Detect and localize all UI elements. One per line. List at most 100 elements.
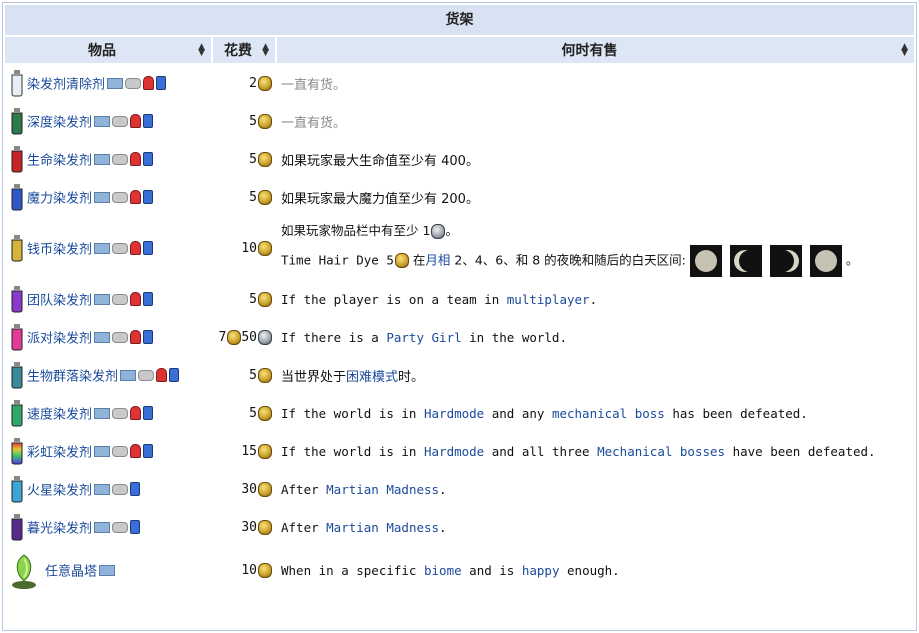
item-link[interactable]: 生命染发剂 xyxy=(27,154,92,169)
hardmode-link[interactable]: 困难模式 xyxy=(346,370,398,385)
party-hair-dye-icon[interactable] xyxy=(9,323,25,351)
cost-value: 30 xyxy=(241,519,257,535)
life-hair-dye-icon[interactable] xyxy=(9,145,25,173)
hair-dye-remover-icon[interactable] xyxy=(9,69,25,97)
console-icon xyxy=(112,115,129,127)
moon-phase-link[interactable]: 月相 xyxy=(425,252,450,267)
mobile-icon xyxy=(130,482,141,496)
twilight-hair-dye-icon[interactable] xyxy=(9,513,25,541)
mobile-icon xyxy=(143,292,154,306)
item-link[interactable]: 深度染发剂 xyxy=(27,116,92,131)
table-row: 生物群落染发剂 5 当世界处于困难模式时。 xyxy=(5,357,914,393)
platform-icons xyxy=(107,76,168,91)
hardmode-link[interactable]: Hardmode xyxy=(424,406,484,421)
old-gen-console-icon xyxy=(130,330,142,344)
item-link[interactable]: 速度染发剂 xyxy=(27,408,92,423)
desktop-icon xyxy=(94,191,111,203)
universal-pylon-icon[interactable] xyxy=(9,551,39,589)
speed-hair-dye-icon[interactable] xyxy=(9,399,25,427)
console-icon xyxy=(112,331,129,343)
mechanical-boss-link[interactable]: mechanical boss xyxy=(552,406,665,421)
cost-value: 2 xyxy=(249,75,257,91)
biome-link[interactable]: biome xyxy=(424,563,462,578)
when-text: 如果玩家最大魔力值至少有 200。 xyxy=(281,191,479,207)
sort-icon[interactable]: ▲ ▼ xyxy=(901,43,908,58)
mechanical-bosses-link[interactable]: Mechanical bosses xyxy=(597,444,725,459)
console-icon xyxy=(125,77,142,89)
platform-icons xyxy=(94,406,155,421)
gold-coin-icon xyxy=(258,113,272,129)
item-link[interactable]: 魔力染发剂 xyxy=(27,192,92,207)
moon-phase-waning-gibbous-icon xyxy=(689,244,722,277)
console-icon xyxy=(112,293,129,305)
mobile-icon xyxy=(143,190,154,204)
item-link[interactable]: 生物群落染发剂 xyxy=(27,370,118,385)
table-row: 派对染发剂 7 50 If there is a Party Girl in th… xyxy=(5,319,914,355)
item-link[interactable]: 染发剂清除剂 xyxy=(27,78,105,93)
sort-icon[interactable]: ▲ ▼ xyxy=(198,43,205,58)
header-item[interactable]: 物品 ▲ ▼ xyxy=(5,37,211,63)
item-link[interactable]: 团队染发剂 xyxy=(27,294,92,309)
table-row: 团队染发剂 5 If the player is on a team in mu… xyxy=(5,281,914,317)
gold-coin-icon xyxy=(227,329,242,345)
moon-phase-waxing-gibbous-icon xyxy=(809,244,842,277)
console-icon xyxy=(112,483,129,495)
martian-hair-dye-icon[interactable] xyxy=(9,475,25,503)
sort-icon[interactable]: ▲ ▼ xyxy=(262,43,269,58)
when-text: After Martian Madness. xyxy=(281,481,447,497)
item-link[interactable]: 钱币染发剂 xyxy=(27,243,92,258)
old-gen-console-icon xyxy=(143,76,155,90)
mobile-icon xyxy=(143,330,154,344)
header-when[interactable]: 何时有售 ▲ ▼ xyxy=(277,37,914,63)
cost-value: 5 xyxy=(249,113,257,129)
platform-icons xyxy=(94,241,155,256)
gold-coin-icon xyxy=(258,151,272,167)
item-link[interactable]: 火星染发剂 xyxy=(27,484,92,499)
desktop-icon xyxy=(94,115,111,127)
platform-icons xyxy=(94,152,155,167)
item-link[interactable]: 任意晶塔 xyxy=(45,565,97,580)
gold-coin-icon xyxy=(258,189,272,205)
gold-coin-icon xyxy=(258,443,272,459)
cost-value: 5 xyxy=(249,405,257,421)
gold-coin-icon xyxy=(258,291,272,307)
console-icon xyxy=(112,191,129,203)
martian-madness-link[interactable]: Martian Madness xyxy=(326,482,439,497)
desktop-icon xyxy=(94,521,111,533)
old-gen-console-icon xyxy=(130,444,142,458)
console-icon xyxy=(112,153,129,165)
money-hair-dye-icon[interactable] xyxy=(9,234,25,262)
header-cost[interactable]: 花费 ▲ ▼ xyxy=(213,37,275,63)
gold-coin-icon xyxy=(258,405,272,421)
mana-hair-dye-icon[interactable] xyxy=(9,183,25,211)
when-text: When in a specific biome and is happy en… xyxy=(281,562,620,578)
mobile-icon xyxy=(143,444,154,458)
when-text: After Martian Madness. xyxy=(281,519,447,535)
desktop-icon xyxy=(94,293,111,305)
multiplayer-link[interactable]: multiplayer xyxy=(507,292,590,307)
team-hair-dye-icon[interactable] xyxy=(9,285,25,313)
gold-coin-icon xyxy=(258,481,272,497)
mobile-icon xyxy=(143,406,154,420)
party-girl-link[interactable]: Party Girl xyxy=(386,330,461,345)
deep-hair-dye-icon[interactable] xyxy=(9,107,25,135)
martian-madness-link[interactable]: Martian Madness xyxy=(326,520,439,535)
hardmode-link[interactable]: Hardmode xyxy=(424,444,484,459)
rainbow-hair-dye-icon[interactable] xyxy=(9,437,25,465)
table-row: 深度染发剂 5 一直有货。 xyxy=(5,103,914,139)
platform-icons xyxy=(94,330,155,345)
cost-value: 5 xyxy=(249,367,257,383)
platform-icons xyxy=(94,444,155,459)
happy-link[interactable]: happy xyxy=(522,563,560,578)
item-link[interactable]: 派对染发剂 xyxy=(27,332,92,347)
cost-value: 5 xyxy=(249,189,257,205)
shop-table-container: 货架 物品 ▲ ▼ 花费 ▲ ▼ 何时有售 ▲ ▼ 染发剂清除剂 2 一直有货。 深度染发剂… xyxy=(2,2,917,631)
cost-value: 10 xyxy=(241,562,257,578)
mobile-icon xyxy=(143,241,154,255)
item-link[interactable]: 彩虹染发剂 xyxy=(27,446,92,461)
item-link[interactable]: 暮光染发剂 xyxy=(27,522,92,537)
table-row: 染发剂清除剂 2 一直有货。 xyxy=(5,65,914,101)
console-icon xyxy=(112,407,129,419)
biome-hair-dye-icon[interactable] xyxy=(9,361,25,389)
desktop-icon xyxy=(94,153,111,165)
